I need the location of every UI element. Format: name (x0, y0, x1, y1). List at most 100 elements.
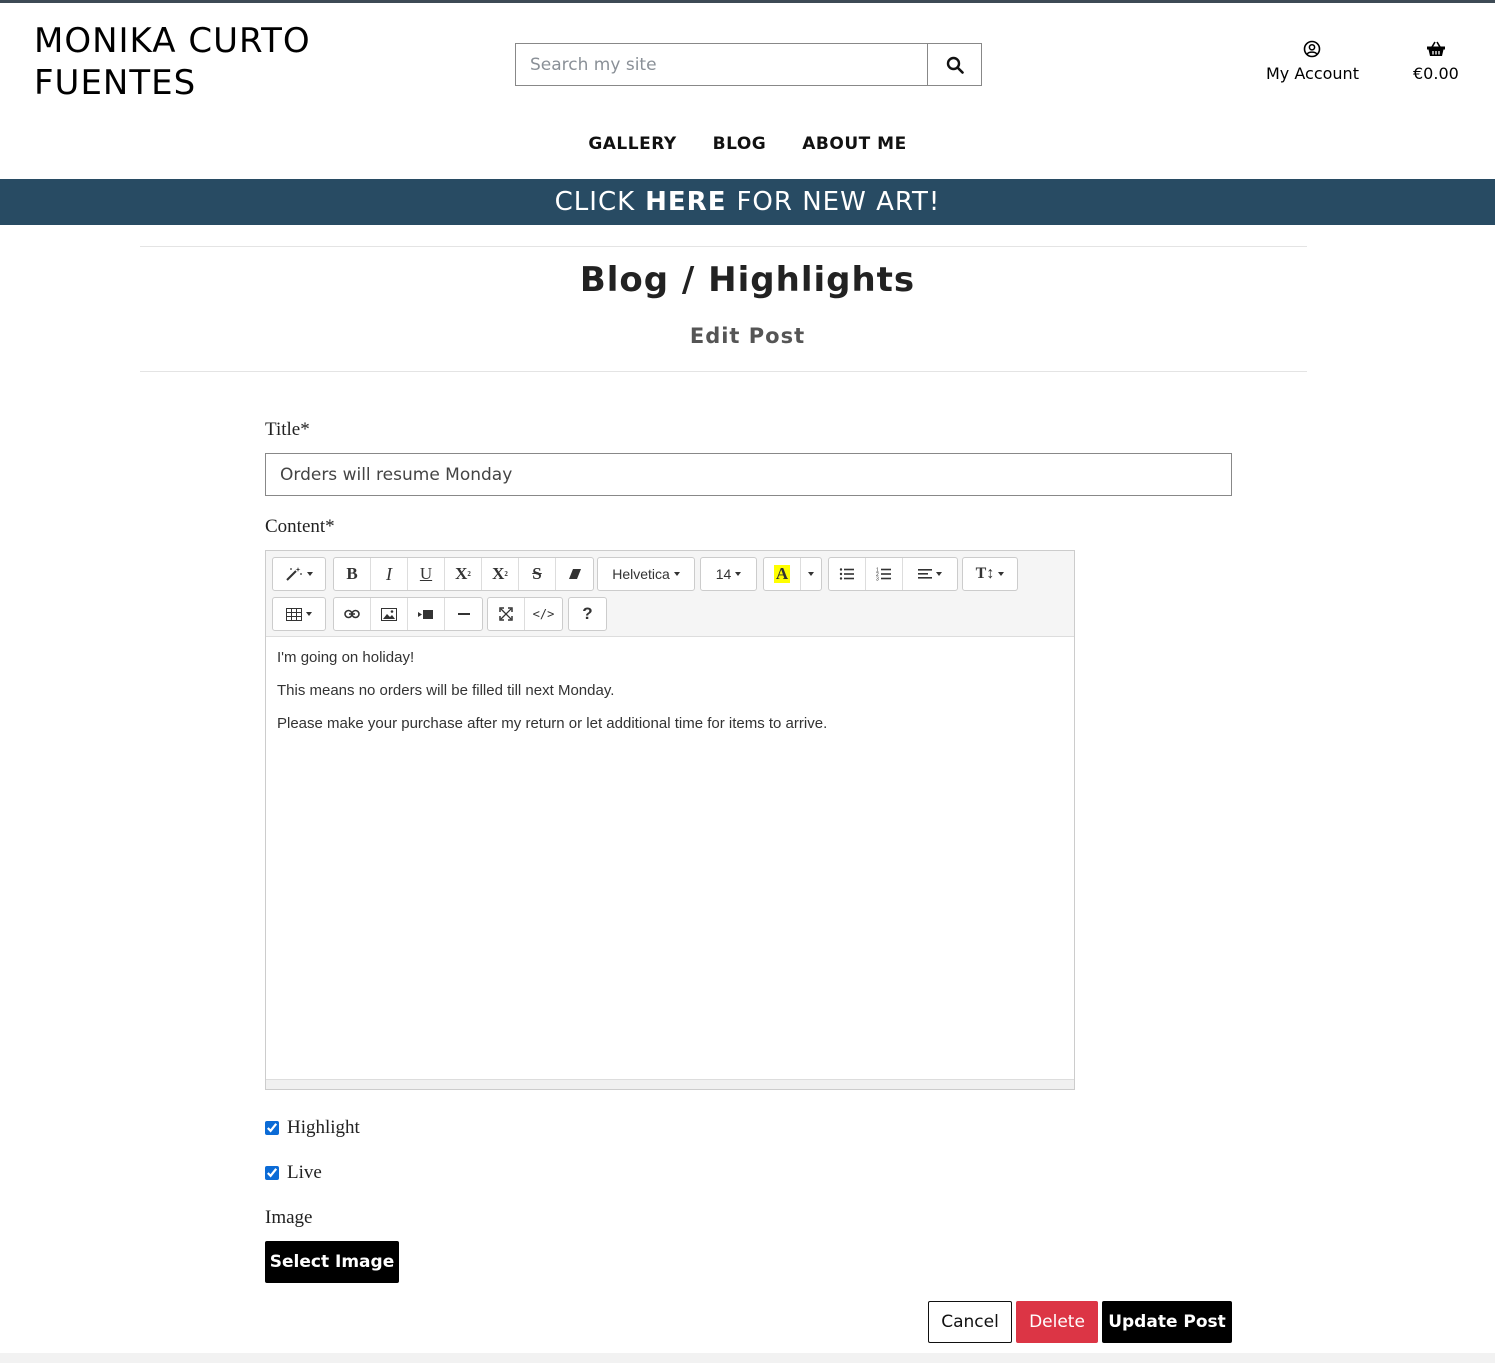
video-button[interactable] (408, 598, 445, 630)
font-name-group: Helvetica (597, 557, 695, 591)
magic-wand-icon (286, 567, 302, 581)
font-size-group: 14 (700, 557, 757, 591)
live-checkbox[interactable] (265, 1166, 279, 1180)
title-input[interactable] (265, 453, 1232, 496)
banner-pre: CLICK (554, 187, 636, 217)
page-subtitle: Edit Post (689, 324, 806, 348)
ordered-list-button[interactable]: 123 (866, 558, 903, 590)
insert-group (333, 597, 483, 631)
style-group (272, 557, 326, 591)
brand-line-2: FUENTES (34, 63, 197, 103)
banner-post: FOR NEW ART! (736, 187, 941, 217)
divider-top (140, 246, 1307, 247)
live-label: Live (287, 1162, 322, 1183)
height-group: T↕ (962, 557, 1018, 591)
magic-style-button[interactable] (273, 558, 325, 590)
help-group: ? (568, 597, 607, 631)
bold-button[interactable]: B (334, 558, 371, 590)
table-icon (286, 607, 302, 621)
footer-strip (0, 1353, 1495, 1363)
highlight-label: Highlight (287, 1117, 360, 1138)
rich-text-editor: B I U X2 X2 S Helvetica 14 A 1 2 3 T↕ </… (265, 550, 1075, 1090)
numbered-list-icon: 123 (876, 568, 891, 582)
question-mark-icon: ? (582, 604, 593, 623)
cart-link[interactable]: €0.00 (1413, 37, 1459, 83)
user-circle-icon (1304, 40, 1321, 58)
align-dropdown[interactable] (903, 558, 957, 590)
editor-resize-bar[interactable] (266, 1079, 1074, 1089)
title-label: Title* (265, 419, 310, 440)
font-name-dropdown[interactable]: Helvetica (598, 558, 694, 590)
brand-line-1: MONIKA CURTO (34, 21, 311, 61)
search-icon (946, 56, 964, 74)
top-border (0, 0, 1495, 3)
nav-about-me[interactable]: ABOUT ME (802, 134, 906, 154)
svg-text:3: 3 (876, 577, 879, 582)
delete-button[interactable]: Delete (1016, 1301, 1098, 1343)
strikethrough-button[interactable]: S (519, 558, 556, 590)
color-dropdown-button[interactable] (801, 558, 821, 590)
italic-button[interactable]: I (371, 558, 408, 590)
eraser-icon (568, 569, 581, 579)
superscript-button[interactable]: X2 (445, 558, 482, 590)
font-style-group: B I U X2 X2 S (333, 557, 594, 591)
help-button[interactable]: ? (569, 598, 606, 630)
subscript-button[interactable]: X2 (482, 558, 519, 590)
unordered-list-button[interactable] (829, 558, 866, 590)
line-height-dropdown[interactable]: T↕ (963, 558, 1017, 590)
highlight-color-icon: A (773, 564, 791, 583)
fullscreen-icon (499, 607, 513, 621)
link-icon (344, 609, 360, 619)
text-color-button[interactable]: A (764, 558, 801, 590)
divider-bottom (140, 371, 1307, 372)
horizontal-rule-button[interactable] (445, 598, 482, 630)
live-checkbox-row: Live (265, 1162, 322, 1184)
nav-blog[interactable]: BLOG (713, 134, 767, 154)
picture-button[interactable] (371, 598, 408, 630)
editor-toolbar: B I U X2 X2 S Helvetica 14 A 1 2 3 T↕ </… (266, 551, 1074, 637)
color-group: A (763, 557, 822, 591)
table-dropdown[interactable] (273, 598, 325, 630)
horizontal-rule-icon (457, 613, 470, 615)
promo-banner[interactable]: CLICK HERE FOR NEW ART! (0, 179, 1495, 225)
search-input[interactable] (515, 43, 927, 86)
font-size-value: 14 (715, 566, 732, 582)
search-form (515, 43, 982, 86)
nav-gallery[interactable]: GALLERY (588, 134, 676, 154)
code-view-button[interactable]: </> (525, 598, 562, 630)
my-account-link[interactable]: My Account (1266, 37, 1359, 83)
site-logo[interactable]: MONIKA CURTO FUENTES (34, 20, 311, 104)
align-left-icon (918, 569, 932, 579)
page-title: Blog / Highlights (579, 260, 916, 300)
basket-icon (1426, 41, 1445, 56)
fullscreen-button[interactable] (488, 598, 525, 630)
cart-total: €0.00 (1413, 64, 1459, 83)
image-label: Image (265, 1207, 313, 1228)
content-paragraph: Please make your purchase after my retur… (277, 715, 828, 732)
bullet-list-icon (839, 568, 854, 580)
highlight-checkbox[interactable] (265, 1121, 279, 1135)
code-icon: </> (532, 607, 555, 621)
clear-format-button[interactable] (556, 558, 593, 590)
update-post-button[interactable]: Update Post (1102, 1301, 1232, 1343)
video-icon (418, 609, 433, 619)
paragraph-group: 123 (828, 557, 958, 591)
image-icon (381, 607, 397, 621)
highlight-checkbox-row: Highlight (265, 1117, 360, 1139)
select-image-button[interactable]: Select Image (265, 1241, 399, 1283)
content-label: Content* (265, 516, 335, 537)
my-account-label: My Account (1266, 64, 1359, 83)
underline-button[interactable]: U (408, 558, 445, 590)
cancel-button[interactable]: Cancel (928, 1301, 1012, 1343)
table-group (272, 597, 326, 631)
font-name-value: Helvetica (612, 566, 670, 582)
font-size-dropdown[interactable]: 14 (701, 558, 756, 590)
main-nav: GALLERY BLOG ABOUT ME (0, 134, 1495, 154)
line-height-icon: T↕ (975, 565, 995, 582)
content-paragraph: This means no orders will be filled till… (277, 682, 615, 699)
view-group: </> (487, 597, 563, 631)
search-button[interactable] (927, 43, 982, 86)
banner-link[interactable]: HERE (645, 187, 726, 217)
editor-content[interactable]: I'm going on holiday! This means no orde… (266, 637, 1074, 760)
link-button[interactable] (334, 598, 371, 630)
